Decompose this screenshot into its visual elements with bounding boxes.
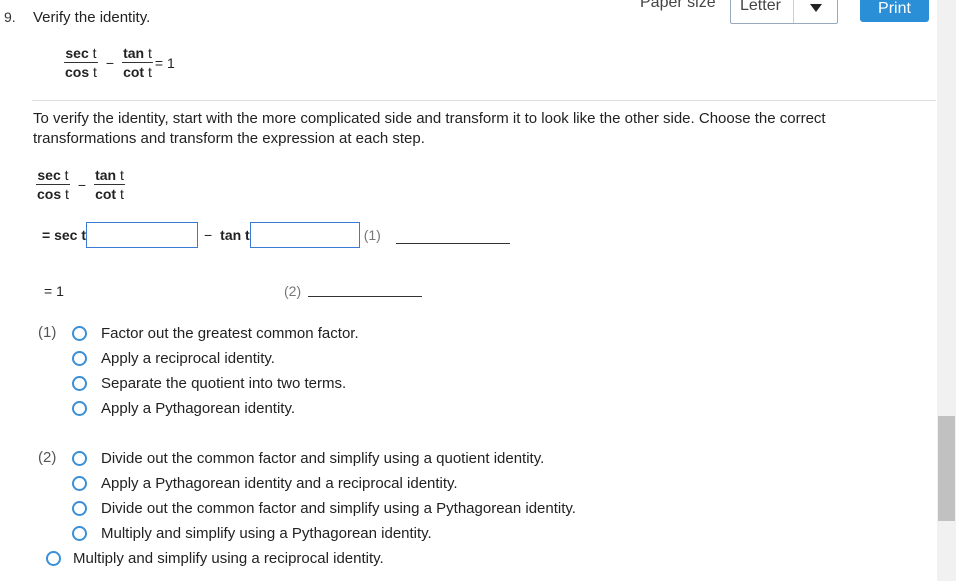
radio-button[interactable]	[72, 501, 87, 516]
step1-answer-input-2[interactable]	[249, 222, 360, 248]
choice-label: Apply a reciprocal identity.	[101, 350, 275, 367]
identity-equation: sec t cos t − tan t cot t = 1	[64, 44, 175, 81]
radio-button[interactable]	[72, 326, 87, 341]
tan-text: tan	[123, 45, 145, 61]
choices-1-list: Factor out the greatest common factor. A…	[72, 321, 359, 421]
radio-button[interactable]	[72, 476, 87, 491]
choice-label: Factor out the greatest common factor.	[101, 325, 359, 342]
cot-text: cot	[123, 64, 145, 80]
radio-button[interactable]	[46, 551, 61, 566]
choices-2-list: Divide out the common factor and simplif…	[72, 446, 576, 546]
instructions-text: To verify the identity, start with the m…	[33, 110, 826, 147]
var-text: t	[147, 64, 152, 80]
scrollbar-thumb[interactable]	[938, 416, 955, 521]
choice-option[interactable]: Apply a Pythagorean identity and a recip…	[72, 471, 576, 496]
cot-text: cot	[95, 186, 117, 202]
var-text: t	[147, 45, 152, 61]
minus-sign: −	[77, 176, 87, 193]
choice-label: Apply a Pythagorean identity.	[101, 400, 296, 417]
choice-label: Divide out the common factor and simplif…	[101, 450, 545, 467]
step2-reason-line	[308, 296, 422, 297]
var-text: t	[119, 186, 124, 202]
fraction-sec-over-cos: sec t cos t	[64, 44, 98, 81]
choice-option[interactable]: Multiply and simplify using a Pythagorea…	[72, 521, 576, 546]
minus-sign: −	[203, 227, 213, 243]
var-text: t	[92, 45, 97, 61]
paper-size-select[interactable]: Letter	[730, 0, 838, 24]
radio-button[interactable]	[72, 526, 87, 541]
choice-option[interactable]: Apply a reciprocal identity.	[72, 346, 359, 371]
choices-2-list-extra: Multiply and simplify using a reciprocal…	[46, 546, 384, 571]
fraction-sec-over-cos: sec t cos t	[36, 166, 70, 203]
dropdown-arrow-icon[interactable]	[793, 0, 837, 23]
var-text: t	[65, 186, 69, 202]
var-text: t	[119, 167, 124, 183]
paper-size-value: Letter	[740, 0, 781, 14]
choices-2-label: (2)	[38, 449, 57, 466]
var-text: t	[93, 64, 97, 80]
choice-option[interactable]: Divide out the common factor and simplif…	[72, 446, 576, 471]
choice-option[interactable]: Separate the quotient into two terms.	[72, 371, 359, 396]
divider	[32, 100, 936, 101]
print-button[interactable]: Print	[860, 0, 929, 22]
step2-number: (2)	[284, 283, 302, 299]
step2-equation: = 1	[44, 283, 64, 299]
var-text: t	[64, 167, 69, 183]
paper-size-label: Paper size	[640, 0, 716, 11]
tan-text: tan	[95, 167, 117, 183]
minus-sign: −	[105, 54, 115, 71]
radio-button[interactable]	[72, 451, 87, 466]
fraction-tan-over-cot: tan t cot t	[94, 166, 125, 203]
step1-prefix: = sec t	[42, 227, 86, 243]
choice-label: Apply a Pythagorean identity and a recip…	[101, 475, 458, 492]
step1-tan: tan t	[220, 227, 250, 243]
choice-option[interactable]: Apply a Pythagorean identity.	[72, 396, 359, 421]
sec-text: sec	[65, 45, 89, 61]
choice-label: Multiply and simplify using a reciprocal…	[73, 550, 384, 567]
cos-text: cos	[37, 186, 62, 202]
radio-button[interactable]	[72, 376, 87, 391]
choice-option[interactable]: Factor out the greatest common factor.	[72, 321, 359, 346]
sec-text: sec	[37, 167, 61, 183]
step1-number: (1)	[363, 227, 381, 243]
choice-label: Multiply and simplify using a Pythagorea…	[101, 525, 432, 542]
radio-button[interactable]	[72, 401, 87, 416]
choice-label: Divide out the common factor and simplif…	[101, 500, 576, 517]
radio-button[interactable]	[72, 351, 87, 366]
equals-one: = 1	[154, 54, 175, 71]
choice-option[interactable]: Divide out the common factor and simplif…	[72, 496, 576, 521]
choices-1-label: (1)	[38, 324, 57, 341]
step1-answer-input-1[interactable]	[85, 222, 198, 248]
cos-text: cos	[65, 64, 90, 80]
fraction-tan-over-cot: tan t cot t	[122, 44, 153, 81]
step1-row: = sec t − tan t (1)	[42, 222, 381, 248]
question-title: Verify the identity.	[33, 9, 151, 26]
step1-reason-line	[396, 243, 510, 244]
choice-option[interactable]: Multiply and simplify using a reciprocal…	[46, 546, 384, 571]
choice-label: Separate the quotient into two terms.	[101, 375, 347, 392]
expression-start: sec t cos t − tan t cot t	[36, 166, 125, 203]
question-number: 9.	[4, 9, 16, 25]
